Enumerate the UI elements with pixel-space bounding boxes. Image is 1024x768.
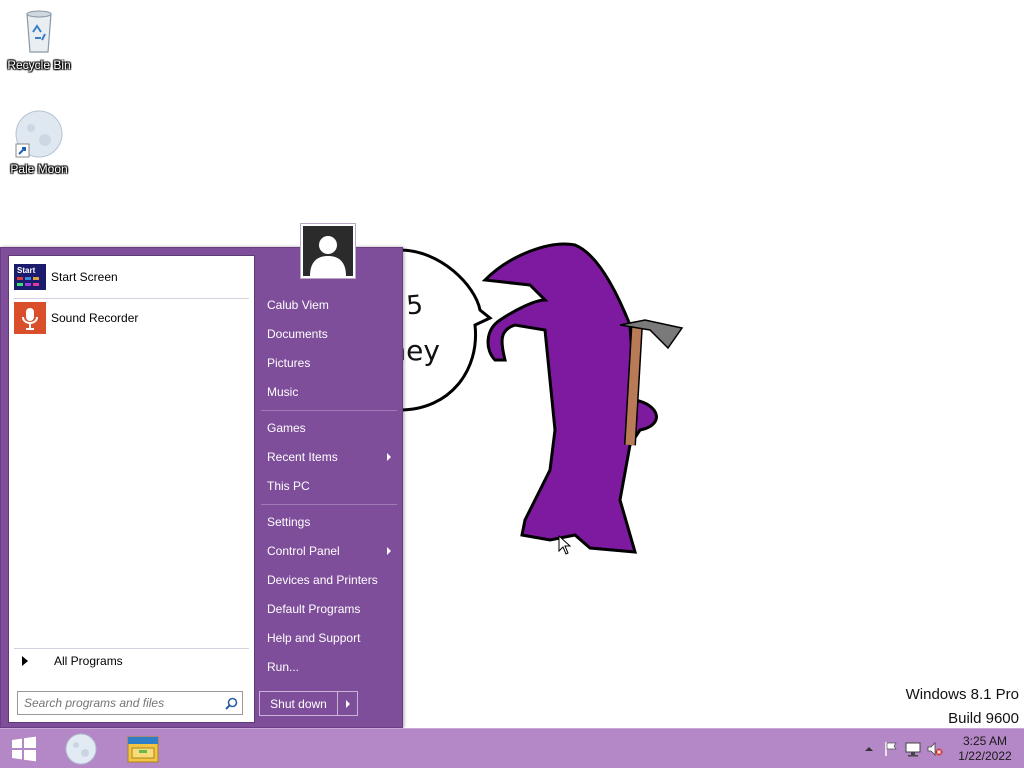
start-screen-icon-text: Start — [17, 266, 36, 275]
pinned-item-start-screen[interactable]: Start Start Screen — [14, 259, 249, 295]
shutdown-split-button: Shut down — [259, 691, 358, 716]
windows-start-icon — [12, 736, 36, 762]
expand-triangle-icon — [22, 656, 28, 666]
menu-item-label: Run... — [267, 660, 300, 674]
menu-item-music[interactable]: Music — [262, 380, 399, 404]
search-box[interactable] — [17, 691, 243, 715]
divider — [261, 504, 397, 505]
menu-item-devices-and-printers[interactable]: Devices and Printers — [262, 568, 399, 592]
clock-date: 1/22/2022 — [958, 749, 1012, 763]
menu-item-label: Settings — [267, 515, 311, 529]
menu-item-label: Pictures — [267, 356, 311, 370]
all-programs-label: All Programs — [54, 654, 123, 668]
mouse-cursor-icon — [558, 535, 572, 555]
menu-item-help-and-support[interactable]: Help and Support — [262, 626, 399, 650]
divider — [14, 648, 249, 649]
menu-item-user-folder[interactable]: Calub Viem — [262, 293, 399, 317]
taskbar: 3:25 AM 1/22/2022 — [0, 728, 1024, 768]
pale-moon-icon — [65, 733, 97, 765]
watermark-line1: Windows 8.1 Pro — [905, 686, 1019, 703]
menu-item-label: Documents — [267, 327, 328, 341]
avatar — [303, 226, 353, 276]
menu-item-run[interactable]: Run... — [262, 655, 399, 679]
menu-item-this-pc[interactable]: This PC — [262, 474, 399, 498]
menu-item-documents[interactable]: Documents — [262, 322, 399, 346]
menu-item-games[interactable]: Games — [262, 416, 399, 440]
windows-build-watermark: Build 9600 — [948, 710, 1019, 727]
search-icon[interactable] — [220, 697, 242, 710]
system-tray: 3:25 AM 1/22/2022 — [858, 729, 1024, 768]
pinned-item-sound-recorder[interactable]: Sound Recorder — [14, 300, 249, 336]
chevron-right-icon — [345, 699, 350, 708]
pinned-item-label: Sound Recorder — [51, 311, 139, 325]
shutdown-label: Shut down — [270, 696, 327, 711]
menu-item-label: Control Panel — [267, 544, 340, 558]
network-icon[interactable] — [902, 729, 924, 768]
clock[interactable]: 3:25 AM 1/22/2022 — [950, 734, 1020, 764]
divider — [14, 298, 249, 299]
menu-item-label: Games — [267, 421, 306, 435]
user-silhouette-icon — [310, 236, 346, 276]
submenu-arrow-icon — [387, 453, 391, 461]
menu-item-label: Music — [267, 385, 299, 399]
start-screen-icon: Start — [14, 261, 46, 293]
menu-item-recent-items[interactable]: Recent Items — [262, 445, 399, 469]
start-menu: Start Start Screen Sound Recorder All Pr… — [0, 247, 403, 728]
menu-item-label: Recent Items — [267, 450, 338, 464]
all-programs-button[interactable]: All Programs — [19, 651, 244, 671]
menu-item-default-programs[interactable]: Default Programs — [262, 597, 399, 621]
chevron-up-icon[interactable] — [858, 729, 880, 768]
menu-item-pictures[interactable]: Pictures — [262, 351, 399, 375]
desktop-icon-label: Pale Moon — [10, 162, 68, 176]
menu-item-label: Calub Viem — [267, 298, 329, 312]
search-input[interactable] — [18, 693, 220, 713]
volume-muted-icon[interactable] — [924, 729, 946, 768]
menu-item-control-panel[interactable]: Control Panel — [262, 539, 399, 563]
user-account-picture[interactable] — [300, 223, 356, 279]
menu-item-label: Default Programs — [267, 602, 361, 616]
menu-item-label: Devices and Printers — [267, 573, 378, 587]
shutdown-button[interactable]: Shut down — [260, 692, 338, 715]
taskbar-pale-moon[interactable] — [56, 729, 106, 768]
pale-moon-icon — [15, 110, 63, 158]
start-menu-programs-pane: Start Start Screen Sound Recorder All Pr… — [8, 255, 255, 723]
flag-icon[interactable] — [880, 729, 902, 768]
desktop-icon-recycle-bin[interactable]: Recycle Bin — [0, 6, 78, 72]
desktop-icon-pale-moon[interactable]: Pale Moon — [0, 110, 78, 176]
start-menu-places-pane: Calub Viem Documents Pictures Music Game… — [259, 248, 402, 727]
desktop-icon-label: Recycle Bin — [7, 58, 71, 72]
menu-item-label: This PC — [267, 479, 310, 493]
shutdown-options-button[interactable] — [338, 692, 357, 715]
microphone-icon — [14, 302, 46, 334]
pinned-item-label: Start Screen — [51, 270, 118, 284]
divider — [261, 410, 397, 411]
clock-time: 3:25 AM — [962, 734, 1008, 748]
recycle-bin-icon — [26, 10, 52, 53]
menu-item-label: Help and Support — [267, 631, 361, 645]
watermark-line2: Build 9600 — [948, 710, 1019, 727]
submenu-arrow-icon — [387, 547, 391, 555]
taskbar-file-explorer[interactable] — [118, 729, 168, 768]
menu-item-settings[interactable]: Settings — [262, 510, 399, 534]
windows-version-watermark: Windows 8.1 Pro — [906, 686, 1019, 703]
file-explorer-icon — [127, 736, 159, 763]
start-button[interactable] — [0, 729, 48, 768]
